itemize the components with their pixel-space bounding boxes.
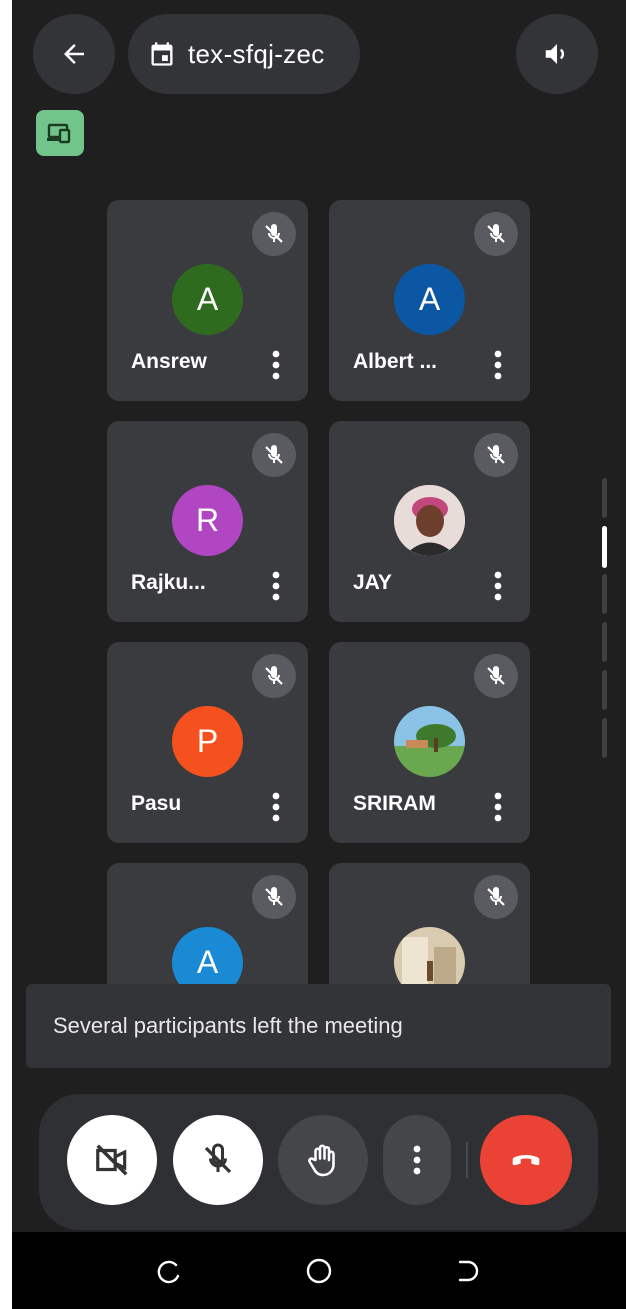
home-icon <box>306 1258 332 1284</box>
meeting-code: tex-sfqj-zec <box>188 38 325 69</box>
participant-name: JAY <box>353 571 392 594</box>
participant-tile[interactable]: JAY <box>329 421 530 622</box>
mic-off-icon <box>474 875 518 919</box>
recents-button[interactable] <box>152 1254 186 1288</box>
participant-tile[interactable]: SRIRAM <box>329 642 530 843</box>
mic-off-icon <box>474 654 518 698</box>
scroll-indicator-segment <box>602 670 607 710</box>
scroll-indicator-segment <box>602 718 607 758</box>
arrow-left-icon <box>64 44 84 64</box>
mic-off-icon <box>252 212 296 256</box>
mic-off-icon <box>204 1143 232 1174</box>
end-call-icon <box>512 1155 540 1166</box>
toast-message: Several participants left the meeting <box>53 1013 403 1038</box>
avatar: A <box>394 264 465 335</box>
speaker-icon <box>545 44 565 64</box>
mic-off-icon <box>252 433 296 477</box>
participant-tile[interactable]: P Pasu <box>107 642 308 843</box>
back-icon <box>458 1260 479 1282</box>
meet-screen: tex-sfqj-zec A Ansrew A Albert ... R Raj… <box>12 0 626 1309</box>
more-vert-icon <box>413 1145 421 1175</box>
divider <box>466 1142 468 1178</box>
end-call-button[interactable] <box>480 1115 572 1205</box>
mic-off-icon <box>474 212 518 256</box>
participant-name: Albert ... <box>353 350 438 373</box>
raise-hand-icon <box>308 1144 335 1177</box>
participant-name: Rajku... <box>131 571 206 594</box>
mic-toggle-button[interactable] <box>173 1115 263 1205</box>
participant-name: SRIRAM <box>353 792 436 815</box>
more-options-button[interactable] <box>383 1115 451 1205</box>
avatar: A <box>172 264 243 335</box>
cast-devices-icon <box>47 123 71 144</box>
meeting-info-button[interactable]: tex-sfqj-zec <box>128 14 360 94</box>
participant-name: Pasu <box>131 792 182 815</box>
mic-off-icon <box>252 875 296 919</box>
more-vert-icon[interactable] <box>266 348 286 382</box>
raise-hand-button[interactable] <box>278 1115 368 1205</box>
scroll-indicator-segment <box>602 622 607 662</box>
home-button[interactable] <box>302 1254 336 1288</box>
more-vert-icon[interactable] <box>266 790 286 824</box>
participant-name: Ansrew <box>131 350 207 373</box>
participant-tile[interactable]: R Rajku... <box>107 421 308 622</box>
more-vert-icon[interactable] <box>488 348 508 382</box>
toast-notification: Several participants left the meeting <box>26 984 611 1068</box>
scroll-indicator-segment <box>602 574 607 614</box>
scroll-indicator-active[interactable] <box>602 526 607 568</box>
profile-photo-avatar <box>394 706 465 777</box>
cast-button[interactable] <box>36 110 84 156</box>
avatar: P <box>172 706 243 777</box>
more-vert-icon[interactable] <box>266 569 286 603</box>
back-nav-button[interactable] <box>452 1254 486 1288</box>
more-vert-icon[interactable] <box>488 569 508 603</box>
system-nav-bar <box>12 1232 626 1309</box>
camera-toggle-button[interactable] <box>67 1115 157 1205</box>
mic-off-icon <box>474 433 518 477</box>
back-button[interactable] <box>33 14 115 94</box>
speaker-button[interactable] <box>516 14 598 94</box>
calendar-icon <box>151 42 173 66</box>
scroll-indicator-segment <box>602 478 607 518</box>
call-controls <box>39 1094 598 1230</box>
camera-off-icon <box>96 1144 128 1176</box>
more-vert-icon[interactable] <box>488 790 508 824</box>
participant-tile[interactable]: A Albert ... <box>329 200 530 401</box>
participant-tile[interactable]: A Ansrew <box>107 200 308 401</box>
mic-off-icon <box>252 654 296 698</box>
avatar: R <box>172 485 243 556</box>
profile-photo-avatar <box>394 485 465 556</box>
recents-icon <box>157 1260 180 1284</box>
